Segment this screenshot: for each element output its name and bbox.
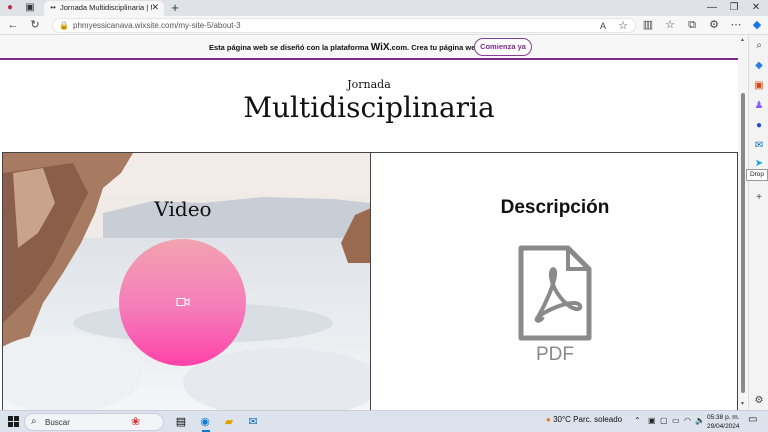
profile-icon[interactable]: ● (4, 2, 16, 14)
pdf-label: PDF (536, 344, 574, 365)
sidebar-tools-icon[interactable]: ▣ (753, 80, 765, 92)
collections-icon[interactable]: ⧉ (685, 19, 699, 31)
page-title: Multidisciplinaria (243, 91, 495, 124)
refresh-icon[interactable]: ↻ (28, 19, 42, 31)
url-text[interactable]: phmyessicanava.wixsite.com/my-site-5/abo… (73, 21, 241, 30)
sidebar-settings-icon[interactable]: ⚙ (753, 395, 765, 407)
edge-sidebar: ⌕ ◆ ▣ ♟ ● ✉ ➤ + ⚙ (748, 35, 768, 410)
tray-display-icon[interactable]: ▢ (660, 416, 668, 425)
read-aloud-icon[interactable]: A (596, 20, 610, 32)
sidebar-shopping-icon[interactable]: ◆ (753, 60, 765, 72)
sidebar-search-icon[interactable]: ⌕ (753, 40, 765, 52)
close-window-icon[interactable]: ✕ (744, 1, 768, 15)
video-play-button[interactable] (119, 239, 246, 366)
system-clock[interactable]: 05:38 p. m. 29/04/2024 (707, 413, 740, 431)
battery-icon[interactable]: ▭ (672, 416, 680, 425)
sidebar-outlook-icon[interactable]: ✉ (753, 140, 765, 152)
maximize-icon[interactable]: ❐ (722, 1, 746, 15)
volume-icon[interactable]: 🔈 (695, 416, 705, 425)
description-panel: Descripción PDF (370, 152, 738, 410)
favorite-star-icon[interactable]: ☆ (616, 20, 630, 32)
tab-bar: ● ▣ •• Jornada Multidisciplinaria | My S… (0, 0, 768, 16)
video-panel: Video (2, 152, 370, 410)
address-bar-row: ← ↻ 🔒 phmyessicanava.wixsite.com/my-site… (0, 16, 768, 35)
task-view-icon[interactable]: ▤ (174, 415, 188, 429)
tab-active[interactable]: •• Jornada Multidisciplinaria | My S ✕ (44, 1, 164, 16)
start-now-button[interactable]: Comienza ya (474, 38, 532, 56)
description-title: Descripción (500, 197, 610, 218)
address-bar[interactable]: 🔒 phmyessicanava.wixsite.com/my-site-5/a… (52, 18, 636, 33)
drop-tooltip: Drop (746, 169, 768, 181)
tab-title: Jornada Multidisciplinaria | My S (60, 3, 152, 12)
video-title: Video (154, 197, 212, 221)
copilot-icon[interactable]: ◆ (750, 19, 764, 31)
wix-promo-banner: Esta página web se diseñó con la platafo… (0, 35, 738, 60)
search-placeholder: Buscar (45, 418, 70, 427)
scroll-down-icon[interactable]: ▼ (740, 401, 745, 407)
favorites-icon[interactable]: ☆ (663, 19, 677, 31)
edge-taskbar-icon[interactable]: ◉ (198, 415, 212, 429)
wix-banner-text: Esta página web se diseñó con la platafo… (209, 42, 497, 53)
windows-start-icon[interactable] (8, 416, 19, 427)
extensions-icon[interactable]: ⚙ (707, 19, 721, 31)
wifi-icon[interactable]: ◠ (684, 416, 691, 425)
page-content: Jornada Multidisciplinaria Video Descrip… (0, 60, 738, 410)
mail-taskbar-icon[interactable]: ✉ (246, 415, 260, 429)
wix-favicon-icon: •• (50, 3, 56, 12)
search-highlight-icon: ❀ (131, 416, 141, 428)
taskbar-search[interactable]: ⌕ Buscar ❀ (24, 413, 164, 431)
minimize-icon[interactable]: — (700, 1, 724, 15)
page-scrollbar[interactable]: ▲ ▼ (738, 35, 748, 410)
back-icon[interactable]: ← (6, 19, 20, 31)
new-tab-icon[interactable]: + (169, 1, 181, 14)
video-camera-icon (176, 298, 190, 306)
page-kicker: Jornada (347, 78, 391, 91)
clock-time: 05:38 p. m. (707, 414, 740, 421)
sidebar-add-icon[interactable]: + (753, 192, 765, 204)
scroll-up-icon[interactable]: ▲ (740, 37, 745, 43)
pdf-file-icon[interactable] (518, 245, 592, 341)
weather-sun-icon: ● (546, 415, 551, 424)
scroll-thumb[interactable] (741, 93, 745, 393)
sidebar-office-icon[interactable]: ● (753, 120, 765, 132)
file-explorer-icon[interactable]: ▰ (222, 415, 236, 429)
notifications-icon[interactable]: ▭ (748, 414, 757, 425)
weather-widget[interactable]: ● 30°C Parc. soleado (546, 415, 622, 424)
clock-date: 29/04/2024 (707, 423, 740, 430)
tray-expand-icon[interactable]: ⌃ (634, 416, 641, 425)
lock-icon[interactable]: 🔒 (59, 21, 69, 30)
search-icon: ⌕ (31, 416, 37, 427)
more-menu-icon[interactable]: ⋯ (729, 19, 743, 31)
tab-actions-icon[interactable]: ▣ (24, 2, 36, 14)
split-screen-icon[interactable]: ▥ (641, 19, 655, 31)
sidebar-games-icon[interactable]: ♟ (753, 100, 765, 112)
tab-close-icon[interactable]: ✕ (151, 2, 159, 13)
tray-app-icon[interactable]: ▣ (648, 416, 656, 425)
windows-taskbar: ⌕ Buscar ❀ ▤ ◉ ▰ ✉ ● 30°C Parc. soleado … (0, 410, 768, 432)
